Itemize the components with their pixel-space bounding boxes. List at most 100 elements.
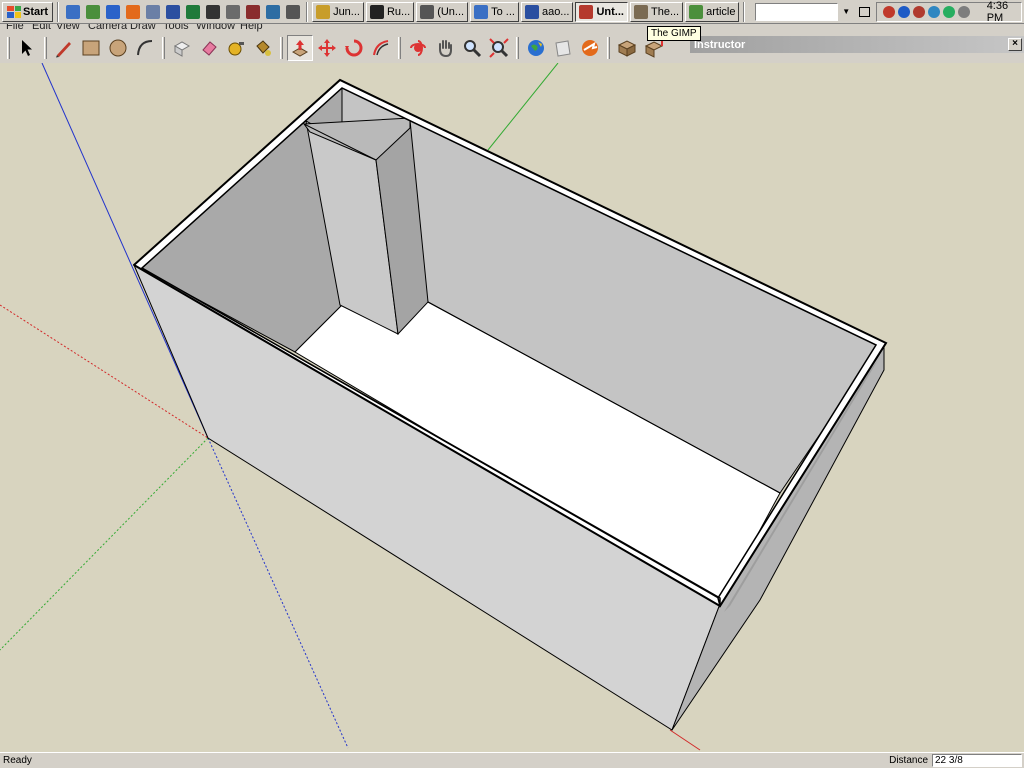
network-icon[interactable] <box>927 5 940 18</box>
instructor-close-button[interactable]: × <box>1008 38 1022 51</box>
windows-explorer-icon[interactable] <box>143 2 162 21</box>
taskbar-button-label: To ... <box>491 5 515 18</box>
rectangle-icon <box>82 40 100 56</box>
internet-explorer-icon[interactable] <box>103 2 122 21</box>
taskbar-button-label: (Un... <box>437 5 465 18</box>
notepad-icon[interactable] <box>63 2 82 21</box>
green-axis-negative <box>0 437 209 651</box>
menu-help[interactable]: Help <box>240 24 263 32</box>
eraser-icon <box>202 41 217 56</box>
taskbar-button[interactable]: The... <box>629 1 684 22</box>
taskbar-button[interactable]: To ... <box>470 1 519 22</box>
get-image-button[interactable] <box>550 35 576 61</box>
quick-launch-glyph <box>245 4 260 19</box>
orbit-tool-button[interactable] <box>405 35 431 61</box>
taskbar-button[interactable]: (Un... <box>416 1 469 22</box>
pan-tool-button[interactable] <box>432 35 458 61</box>
shield-icon[interactable] <box>882 5 895 18</box>
media-icon[interactable] <box>203 2 222 21</box>
line-tool-button[interactable] <box>51 35 77 61</box>
menu-camera[interactable]: Camera <box>88 24 127 32</box>
search-icon[interactable] <box>83 2 102 21</box>
volume-icon[interactable] <box>957 5 970 18</box>
menu-tools[interactable]: Tools <box>163 24 189 32</box>
move-tool-button[interactable] <box>314 35 340 61</box>
quick-launch-glyph <box>125 4 140 19</box>
desktop-icon[interactable] <box>858 6 870 17</box>
push-pull-tool-button[interactable] <box>287 35 313 61</box>
toolbar-grip[interactable] <box>7 37 10 59</box>
menu-file[interactable]: File <box>6 24 24 32</box>
display-icon[interactable] <box>263 2 282 21</box>
start-label: Start <box>23 5 49 18</box>
red-axis-positive <box>669 729 701 751</box>
excel-icon[interactable] <box>183 2 202 21</box>
task-buttons: Jun... Ru... (Un... To ... aao... Unt... The..… <box>312 1 740 22</box>
taskbar-button-label: The... <box>650 5 680 18</box>
arrow-cursor-icon <box>22 40 32 56</box>
arrows-icon[interactable] <box>283 2 302 21</box>
menu-draw[interactable]: Draw <box>130 24 156 32</box>
start-button[interactable]: Start <box>2 1 54 22</box>
3d-scene <box>0 63 888 751</box>
measurement-input[interactable]: 22 3/8 <box>932 754 1022 767</box>
paint-bucket-button[interactable] <box>250 35 276 61</box>
menu-edit[interactable]: Edit <box>32 24 51 32</box>
taskbar-button-label: Ru... <box>386 5 411 18</box>
security-icon[interactable] <box>912 5 925 18</box>
eraser-tool-button[interactable] <box>196 35 222 61</box>
globe-icon[interactable] <box>942 5 955 18</box>
chevron-down-icon[interactable]: ▼ <box>840 7 853 16</box>
pencil-icon <box>56 42 71 58</box>
system-tray: 4:36 PM <box>875 0 1022 24</box>
rectangle-tool-button[interactable] <box>78 35 104 61</box>
toolbar-separator <box>516 37 519 59</box>
circle-tool-button[interactable] <box>105 35 131 61</box>
rotate-tool-button[interactable] <box>341 35 367 61</box>
zoom-tool-button[interactable] <box>459 35 485 61</box>
push-pull-icon <box>291 40 309 57</box>
scissors-icon[interactable] <box>243 2 262 21</box>
app-icon <box>369 4 384 19</box>
taskbar-button[interactable]: Unt... <box>575 1 628 22</box>
arc-tool-button[interactable] <box>132 35 158 61</box>
taskbar-search-input[interactable] <box>755 2 838 21</box>
quick-launch-glyph <box>105 4 120 19</box>
green-axis-positive <box>487 63 559 151</box>
menu-window[interactable]: Window <box>196 24 235 32</box>
tape-measure-button[interactable] <box>223 35 249 61</box>
quick-launch-glyph <box>265 4 280 19</box>
firefox-icon[interactable] <box>123 2 142 21</box>
taskbar-button-label: article <box>706 5 736 18</box>
pen-icon[interactable] <box>223 2 242 21</box>
instructor-title: Instructor <box>694 38 746 51</box>
zoom-extents-button[interactable] <box>486 35 512 61</box>
toolbar-separator <box>44 37 47 59</box>
taskbar-button[interactable]: Jun... <box>312 1 364 22</box>
antivirus-icon[interactable] <box>897 5 910 18</box>
quick-launch-glyph <box>85 4 100 19</box>
components-button[interactable] <box>614 35 640 61</box>
status-text: Ready <box>3 755 32 766</box>
taskbar-button[interactable]: aao... <box>520 1 574 22</box>
google-earth-button[interactable] <box>523 35 549 61</box>
taskbar-button[interactable]: article <box>685 1 740 22</box>
make-component-button[interactable] <box>169 35 195 61</box>
place-model-button[interactable] <box>577 35 603 61</box>
modeling-viewport[interactable] <box>0 63 1024 752</box>
arc-icon <box>137 40 153 56</box>
word-icon[interactable] <box>163 2 182 21</box>
instructor-panel-titlebar[interactable]: Instructor × <box>690 36 1024 53</box>
windows-logo-icon <box>7 5 21 18</box>
app-icon <box>420 4 435 19</box>
zoom-extents-icon <box>489 38 509 58</box>
tape-measure-icon <box>228 42 244 56</box>
taskbar-button[interactable]: Ru... <box>365 1 415 22</box>
box-share-icon <box>644 39 664 58</box>
globe-arrow-icon <box>582 40 598 56</box>
select-tool-button[interactable] <box>14 35 40 61</box>
component-icon <box>173 41 191 57</box>
app-icon <box>474 4 489 19</box>
menu-view[interactable]: View <box>56 24 80 32</box>
offset-tool-button[interactable] <box>368 35 394 61</box>
